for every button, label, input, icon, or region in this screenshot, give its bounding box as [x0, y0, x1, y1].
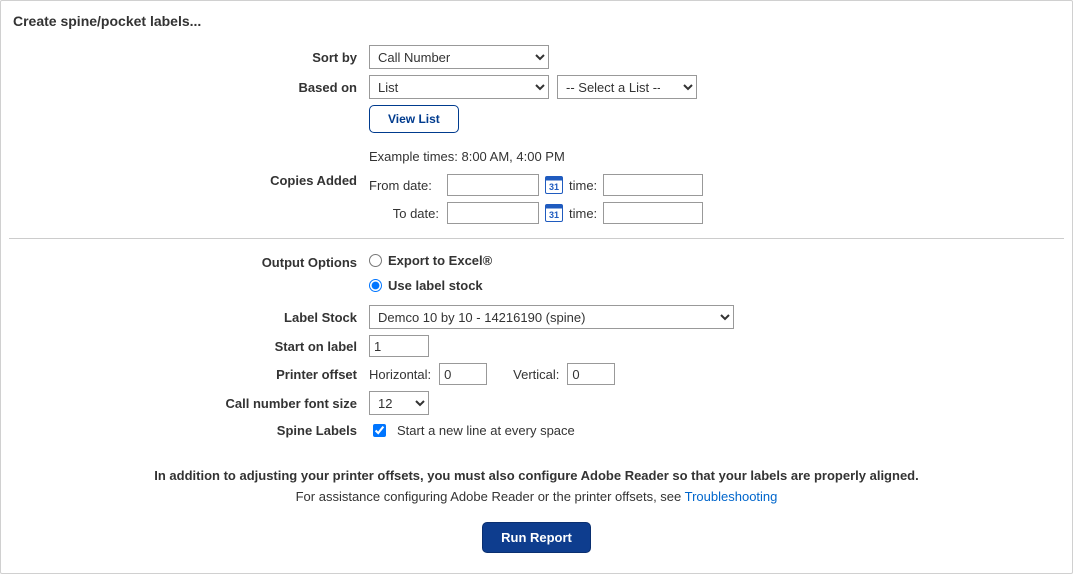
svg-text:31: 31 — [549, 210, 559, 220]
label-sort-by: Sort by — [312, 50, 357, 65]
vertical-offset-input[interactable] — [567, 363, 615, 385]
to-time-input[interactable] — [603, 202, 703, 224]
to-time-label: time: — [569, 206, 597, 221]
row-label-stock: Label Stock Demco 10 by 10 - 14216190 (s… — [9, 305, 1064, 329]
radio-export-excel-label: Export to Excel® — [388, 253, 492, 268]
run-report-button[interactable]: Run Report — [482, 522, 591, 553]
example-times: Example times: 8:00 AM, 4:00 PM — [369, 149, 703, 164]
radio-export-excel[interactable]: Export to Excel® — [369, 253, 492, 268]
to-date-label: To date: — [369, 206, 441, 221]
row-spine-labels: Spine Labels Start a new line at every s… — [9, 421, 1064, 440]
radio-use-label-stock-label: Use label stock — [388, 278, 483, 293]
based-on-select[interactable]: List — [369, 75, 549, 99]
row-view-list: View List — [9, 105, 1064, 133]
horizontal-offset-input[interactable] — [439, 363, 487, 385]
note-bold: In addition to adjusting your printer of… — [9, 468, 1064, 483]
from-date-input[interactable] — [447, 174, 539, 196]
row-sort-by: Sort by Call Number — [9, 45, 1064, 69]
vertical-label: Vertical: — [513, 367, 559, 382]
divider — [9, 238, 1064, 239]
radio-use-label-stock[interactable]: Use label stock — [369, 278, 492, 293]
row-output-options: Output Options Export to Excel® Use labe… — [9, 253, 1064, 293]
label-call-font: Call number font size — [226, 396, 357, 411]
troubleshooting-link[interactable]: Troubleshooting — [685, 489, 778, 504]
note-sub: For assistance configuring Adobe Reader … — [9, 489, 1064, 504]
spine-newline-checkbox[interactable] — [373, 424, 386, 437]
note-sub-pre: For assistance configuring Adobe Reader … — [296, 489, 685, 504]
row-copies-added: Copies Added Example times: 8:00 AM, 4:0… — [9, 149, 1064, 224]
calendar-icon[interactable]: 31 — [545, 204, 563, 222]
from-date-label: From date: — [369, 178, 441, 193]
label-printer-offset: Printer offset — [276, 367, 357, 382]
from-time-input[interactable] — [603, 174, 703, 196]
page-title: Create spine/pocket labels... — [13, 13, 1064, 29]
from-time-label: time: — [569, 178, 597, 193]
run-row: Run Report — [9, 522, 1064, 553]
label-label-stock: Label Stock — [284, 310, 357, 325]
label-output-options: Output Options — [262, 255, 357, 270]
label-based-on: Based on — [298, 80, 357, 95]
view-list-button[interactable]: View List — [369, 105, 459, 133]
radio-export-excel-input[interactable] — [369, 254, 382, 267]
row-start-on-label: Start on label — [9, 335, 1064, 357]
spine-newline-label: Start a new line at every space — [397, 423, 575, 438]
start-on-label-input[interactable] — [369, 335, 429, 357]
row-call-font: Call number font size 12 pt — [9, 391, 1064, 415]
form-panel: Create spine/pocket labels... Sort by Ca… — [0, 0, 1073, 574]
label-stock-select[interactable]: Demco 10 by 10 - 14216190 (spine) — [369, 305, 734, 329]
calendar-icon[interactable]: 31 — [545, 176, 563, 194]
font-size-select[interactable]: 12 pt — [369, 391, 429, 415]
svg-text:31: 31 — [549, 182, 559, 192]
horizontal-label: Horizontal: — [369, 367, 431, 382]
label-start-on-label: Start on label — [275, 339, 357, 354]
row-printer-offset: Printer offset Horizontal: Vertical: — [9, 363, 1064, 385]
note-block: In addition to adjusting your printer of… — [9, 468, 1064, 504]
row-based-on: Based on List -- Select a List -- — [9, 75, 1064, 99]
label-copies-added: Copies Added — [270, 173, 357, 188]
radio-use-label-stock-input[interactable] — [369, 279, 382, 292]
to-date-input[interactable] — [447, 202, 539, 224]
label-spine-labels: Spine Labels — [277, 423, 357, 438]
sort-by-select[interactable]: Call Number — [369, 45, 549, 69]
list-select[interactable]: -- Select a List -- — [557, 75, 697, 99]
